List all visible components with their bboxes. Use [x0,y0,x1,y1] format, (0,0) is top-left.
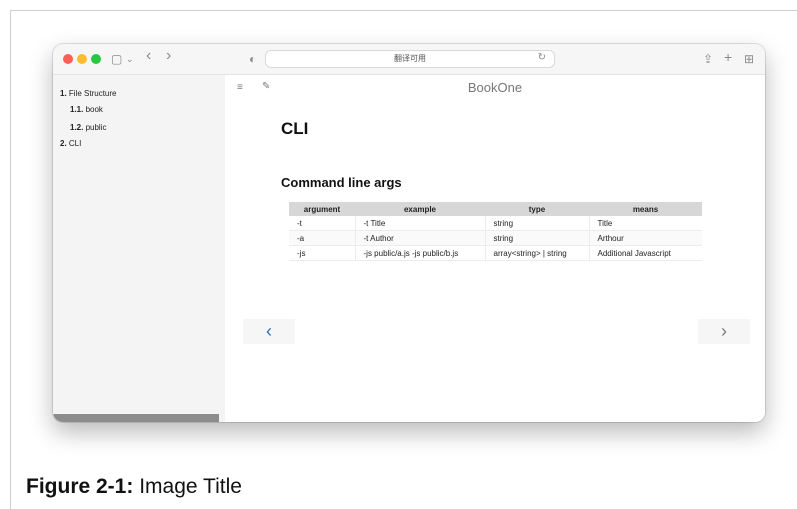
browser-toolbar: ▢ ⌄ ‹ › ◐ 翻译可用 ↻ ⇪ + ⊞ [53,44,765,75]
table-cell: -t [289,216,356,231]
toc-item-file-structure[interactable]: 1. File Structure [60,89,116,98]
section-heading: Command line args [281,175,402,190]
page-content: ≡ ✎ BookOne CLI Command line args argume… [225,75,765,422]
toc-item-label: File Structure [68,89,117,98]
table-cell: Additional Javascript [589,245,702,261]
address-bar[interactable]: 翻译可用 ↻ [265,50,555,68]
toc-item-cli[interactable]: 2. CLI [60,139,81,148]
minimize-window-button[interactable] [77,54,87,64]
table-row: -js -js public/a.js -js public/b.js arra… [289,245,702,261]
browser-window: ▢ ⌄ ‹ › ◐ 翻译可用 ↻ ⇪ + ⊞ 1. File Structure… [53,44,765,422]
table-cell: Title [589,216,702,231]
sidebar-toggle-icon[interactable]: ▢ [111,51,122,67]
close-window-button[interactable] [63,54,73,64]
table-cell: string [485,230,590,246]
previous-page-button[interactable]: ‹ [243,319,295,344]
chevron-right-icon: › [721,321,727,341]
table-cell: string [485,216,590,231]
address-text: 翻译可用 [394,54,426,63]
toc-item-number: 2. [60,139,67,148]
toc-item-book[interactable]: 1.1. book [70,105,103,114]
table-cell: array<string> | string [485,245,590,261]
toc-sidebar: 1. File Structure 1.1. book 1.2. public … [53,75,226,422]
table-header-row: argument example type means [289,202,702,216]
table-row: -t -t Title string Title [289,216,702,231]
reload-icon[interactable]: ↻ [538,52,546,63]
table-cell: -js public/a.js -js public/b.js [355,245,486,261]
figure-caption: Figure 2-1: Image Title [26,475,242,499]
table-cell: Arthour [589,230,702,246]
toc-item-number: 1. [60,89,67,98]
share-icon[interactable]: ⇪ [703,51,713,67]
column-header-means: means [589,202,702,216]
args-table: argument example type means -t -t Title … [289,202,702,261]
toc-item-public[interactable]: 1.2. public [70,123,106,132]
forward-icon[interactable]: › [166,48,171,64]
column-header-type: type [485,202,589,216]
table-cell: -js [289,245,356,261]
next-page-button[interactable]: › [698,319,750,344]
table-row: -a -t Author string Arthour [289,230,702,246]
tab-overview-icon[interactable]: ⊞ [744,51,754,67]
sidebar-scrollbar[interactable] [53,414,219,422]
toc-item-label: book [85,105,103,114]
toc-item-label: public [85,123,107,132]
column-header-example: example [355,202,485,216]
chevron-down-icon[interactable]: ⌄ [126,51,134,67]
privacy-shield-icon[interactable]: ◐ [249,51,256,67]
book-title: BookOne [467,80,523,95]
new-tab-icon[interactable]: + [724,49,732,65]
chevron-left-icon: ‹ [266,321,272,341]
table-cell: -a [289,230,356,246]
table-cell: -t Title [355,216,486,231]
figure-title: Image Title [139,475,242,498]
back-icon[interactable]: ‹ [146,48,151,64]
figure-label: Figure 2-1: [26,475,134,498]
toc-item-label: CLI [68,139,82,148]
zoom-window-button[interactable] [91,54,101,64]
page-title: CLI [281,119,309,138]
table-cell: -t Author [355,230,486,246]
toc-item-number: 1.2. [70,123,84,132]
column-header-argument: argument [289,202,355,216]
toc-item-number: 1.1. [70,105,84,114]
